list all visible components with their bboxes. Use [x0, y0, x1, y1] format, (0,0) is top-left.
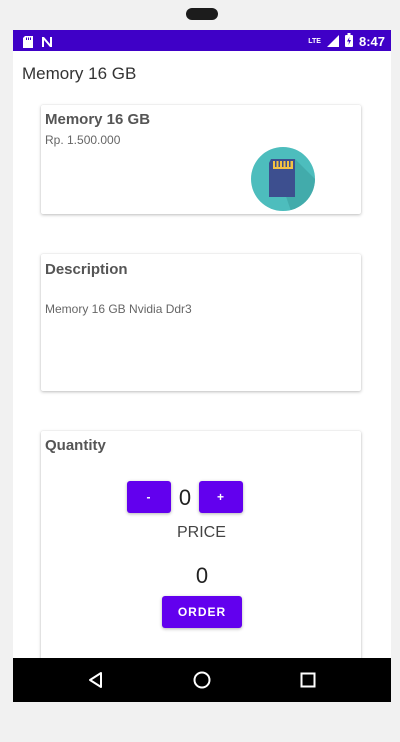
- status-time: 8:47: [358, 34, 385, 49]
- price-label: PRICE: [177, 524, 226, 541]
- price-value: 0: [195, 563, 209, 588]
- battery-icon: [344, 32, 353, 51]
- product-name: Memory 16 GB: [45, 111, 151, 128]
- increment-button[interactable]: +: [199, 481, 243, 513]
- home-icon[interactable]: [190, 668, 214, 692]
- order-button[interactable]: ORDER: [162, 596, 242, 628]
- earpiece: [186, 8, 218, 20]
- n-notification-icon: [41, 33, 53, 52]
- quantity-title: Quantity: [45, 437, 106, 454]
- quantity-value: 0: [178, 485, 192, 510]
- device-frame: LTE 8:47 Memory 16 GB Memory 16 GB Rp. 1…: [0, 0, 400, 742]
- sd-card-icon: [23, 33, 33, 52]
- description-card: Description Memory 16 GB Nvidia Ddr3: [41, 254, 361, 391]
- sd-card-icon: [251, 147, 315, 211]
- back-icon[interactable]: [84, 668, 108, 692]
- navigation-bar: [13, 658, 391, 702]
- signal-icon: [326, 32, 339, 51]
- recents-icon[interactable]: [296, 668, 320, 692]
- product-card: Memory 16 GB Rp. 1.500.000: [41, 105, 361, 214]
- lte-icon: LTE: [308, 38, 321, 45]
- product-price: Rp. 1.500.000: [45, 133, 121, 147]
- app-bar-title: Memory 16 GB: [22, 64, 137, 83]
- description-title: Description: [45, 261, 128, 278]
- description-text: Memory 16 GB Nvidia Ddr3: [45, 302, 192, 316]
- quantity-card: Quantity - 0 + PRICE 0 ORDER: [41, 431, 361, 671]
- status-bar: LTE 8:47: [13, 30, 391, 51]
- screen: LTE 8:47 Memory 16 GB Memory 16 GB Rp. 1…: [13, 30, 391, 702]
- decrement-button[interactable]: -: [127, 481, 171, 513]
